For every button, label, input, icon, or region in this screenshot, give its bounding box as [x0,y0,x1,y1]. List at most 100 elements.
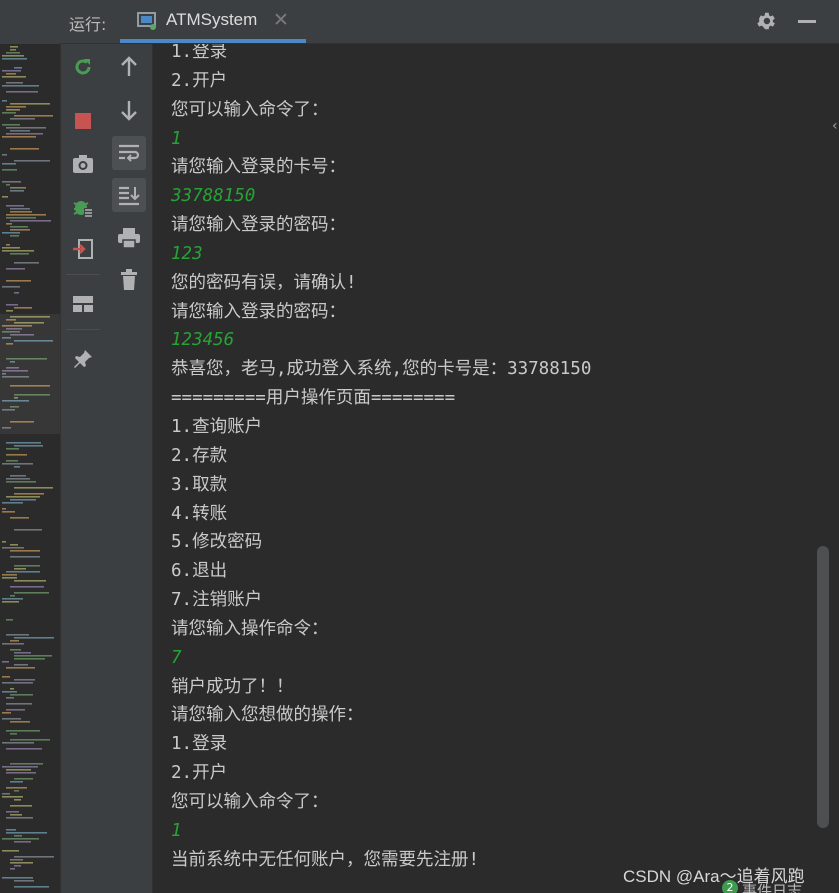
editor-minimap [0,0,61,893]
console-output-line: 7.注销账户 [171,590,263,611]
console-output-line: 1.登录 [171,44,228,62]
screenshot-button[interactable] [66,147,100,181]
console-output-line: 销户成功了！！ [171,676,294,697]
layout-button[interactable] [66,287,100,321]
minimap-code-line [6,829,16,831]
minimap-code-line [14,778,33,780]
trash-icon [121,269,137,290]
minimap-code-line [2,70,21,72]
minimap-code-line [14,568,26,570]
minimap-code-line [10,226,28,228]
console-app-icon [137,12,156,30]
run-tool-window-header: 运行: ATMSystem ✕ [60,0,839,44]
exit-button[interactable] [66,232,100,266]
minimap-code-line [10,550,40,552]
minimap-code-line [6,697,14,699]
camera-icon [73,155,93,173]
minimap-code-line [10,556,40,558]
minimap-code-line [10,814,22,816]
minimap-code-line [14,865,21,867]
minimap-code-line [2,463,33,465]
minimap-code-line [2,112,16,114]
console-input-line: 123456 [171,330,235,351]
minimap-code-line [10,208,30,210]
minimap-code-line [2,508,6,510]
clear-all-button[interactable] [112,263,146,297]
minimap-code-line [2,598,23,600]
minimap-code-line [2,76,26,78]
rerun-button[interactable] [66,50,100,84]
minimap-code-line [14,856,54,858]
minimap-code-line [6,769,31,771]
console-input-line: 33788150 [171,186,256,207]
minimap-code-line [10,721,30,723]
minimap-code-line [6,223,12,225]
run-toolbar-secondary [106,44,153,893]
minimap-code-line [2,574,17,576]
minimap-code-line [2,511,15,513]
minimap-code-line [14,652,31,654]
console-output-line: 请您输入登录的密码： [171,301,346,322]
console-output-line: 您可以输入命令了： [171,99,329,120]
minimap-code-line [10,763,43,765]
pin-icon [74,350,92,368]
minimap-code-line [14,655,52,657]
minimap-code-line [10,499,36,501]
minimap-code-line [6,832,47,834]
minimap-code-line [2,247,20,249]
console-output-line: 您可以输入命令了： [171,791,329,812]
layout-icon [73,296,93,312]
console-output[interactable]: 1.登录 2.开户 您可以输入命令了： 1 请您输入登录的卡号： 33788150 请您输入… [153,44,815,893]
tab-atmsystem[interactable]: ATMSystem ✕ [120,0,306,43]
console-scrollbar-thumb[interactable] [817,546,829,828]
soft-wrap-button[interactable] [112,136,146,170]
console-output-line: 恭喜您，老马,成功登入系统,您的卡号是：33788150 [171,359,592,380]
minimap-code-line [14,67,22,69]
minimap-code-line [14,445,43,447]
minimap-code-line [6,127,46,129]
scroll-to-end-icon [119,186,140,206]
scroll-down-button[interactable] [112,93,146,127]
pin-button[interactable] [66,342,100,376]
console-output-line: 当前系统中无任何账户，您需要先注册! [171,849,480,870]
rerun-icon [75,59,91,75]
console-output-line: 3.取款 [171,474,228,495]
minimap-code-line [14,580,46,582]
console-output-line: 您的密码有误，请确认! [171,272,357,293]
minimap-code-line [6,82,23,84]
arrow-up-icon [121,56,137,76]
minimap-code-line [10,49,16,51]
minimap-code-line [6,772,36,774]
minimap-code-line [10,220,51,222]
minimap-code-line [10,862,33,864]
minimap-code-line [6,280,31,282]
minimap-code-line [2,100,7,102]
minimize-icon[interactable] [798,20,816,23]
minimap-code-line [10,118,35,120]
scroll-to-end-button[interactable] [112,178,146,212]
minimap-code-line [2,232,20,234]
minimap-code-line [6,442,41,444]
print-button[interactable] [112,221,146,255]
minimap-code-line [14,658,45,660]
event-log-button[interactable]: 2 事件日志 [722,880,802,893]
stop-button[interactable] [66,104,100,138]
minimap-code-line [6,217,36,219]
minimap-code-line [2,691,17,693]
minimap-code-line [6,454,27,456]
event-count-badge: 2 [722,880,738,893]
minimap-code-line [10,253,29,255]
debug-button[interactable] [66,190,100,224]
minimap-code-line [6,730,40,732]
gear-icon[interactable] [755,10,777,32]
minimap-code-line [14,529,42,531]
minimap-code-line [10,739,50,741]
close-icon[interactable]: ✕ [273,9,289,31]
minimap-code-line [6,268,25,270]
minimap-code-preview [0,46,60,888]
minimap-code-line [14,160,50,162]
minimap-code-line [6,52,20,54]
scroll-up-button[interactable] [112,50,146,84]
minimap-code-line [6,634,29,636]
minimap-code-line [14,835,22,837]
